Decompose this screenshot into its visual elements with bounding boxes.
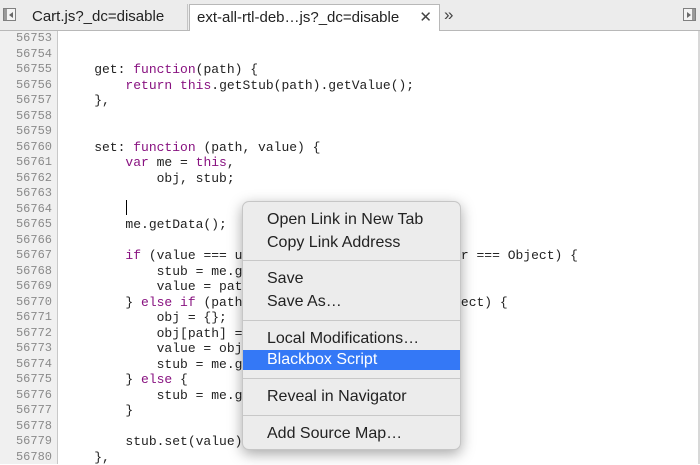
code-line-text: get: function(path) { (63, 62, 259, 77)
tab-cart-js-label: Cart.js?_dc=disable (32, 8, 165, 25)
tab-ext-all-rtl[interactable]: ext-all-rtl-deb…js?_dc=disable ✕ (189, 4, 440, 31)
line-number[interactable]: 56768 (4, 264, 52, 279)
line-number[interactable]: 56758 (4, 109, 52, 124)
line-number[interactable]: 56770 (4, 295, 52, 310)
code-line: return this.getStub(path).getValue(); (58, 78, 700, 93)
line-number[interactable]: 56773 (4, 341, 52, 356)
menu-item-add-source-map[interactable]: Add Source Map… (243, 424, 460, 444)
line-number[interactable]: 56769 (4, 279, 52, 294)
code-line-text: } (63, 403, 134, 418)
code-line-text: } else { (63, 372, 188, 387)
tab-ext-all-rtl-label: ext-all-rtl-deb…js?_dc=disable (197, 9, 400, 26)
toggle-navigator-icon[interactable] (3, 8, 16, 21)
more-tabs-icon[interactable]: » (444, 5, 453, 25)
line-number[interactable]: 56753 (4, 31, 52, 46)
menu-item-open-link-new-tab[interactable]: Open Link in New Tab (243, 210, 460, 230)
menu-separator (243, 260, 460, 261)
line-number[interactable]: 56762 (4, 171, 52, 186)
code-line-text: return this.getStub(path).getValue(); (125, 77, 415, 93)
line-number[interactable]: 56777 (4, 403, 52, 418)
code-line-text: }, (63, 449, 110, 465)
line-number[interactable]: 56757 (4, 93, 52, 108)
menu-item-blackbox-script[interactable]: Blackbox Script (243, 350, 460, 370)
close-icon[interactable]: ✕ (419, 5, 432, 31)
line-number[interactable]: 56771 (4, 310, 52, 325)
code-line-text: set: function (path, value) { (63, 139, 321, 155)
code-line: }, (58, 93, 700, 108)
code-line: get: function(path) { (58, 62, 700, 77)
menu-separator (243, 320, 460, 321)
line-number[interactable]: 56774 (4, 357, 52, 372)
line-number[interactable]: 56780 (4, 450, 52, 465)
menu-item-reveal-in-navigator[interactable]: Reveal in Navigator (243, 387, 460, 407)
code-line: }, (58, 450, 700, 465)
menu-item-copy-link-address[interactable]: Copy Link Address (243, 233, 460, 253)
code-line-text: }, (63, 93, 110, 108)
menu-separator (243, 378, 460, 379)
line-number[interactable]: 56764 (4, 202, 52, 217)
code-line-text: var me = this, (125, 155, 235, 170)
code-line-text: obj, stub; (63, 170, 235, 186)
menu-separator (243, 415, 460, 416)
code-line: obj, stub; (58, 171, 700, 186)
line-number[interactable]: 56760 (4, 140, 52, 155)
menu-item-save-as[interactable]: Save As… (243, 292, 460, 312)
line-number[interactable]: 56779 (4, 434, 52, 449)
line-number[interactable]: 56754 (4, 47, 52, 62)
line-number[interactable]: 56759 (4, 124, 52, 139)
line-number[interactable]: 56763 (4, 186, 52, 201)
line-number-gutter: 56753 56754 56755 56756 56757 56758 56759 56760… (0, 31, 58, 464)
line-number[interactable]: 56756 (4, 78, 52, 93)
line-number[interactable]: 56765 (4, 217, 52, 232)
tab-bar: Cart.js?_dc=disable ext-all-rtl-deb…js?_… (0, 0, 700, 31)
line-number[interactable]: 56766 (4, 233, 52, 248)
tab-cart-js[interactable]: Cart.js?_dc=disable (24, 4, 188, 30)
menu-item-local-modifications[interactable]: Local Modifications… (243, 329, 460, 349)
line-number[interactable]: 56767 (4, 248, 52, 263)
line-number[interactable]: 56755 (4, 62, 52, 77)
code-line-text: me.getData(); (63, 217, 227, 232)
code-line-text: obj = {}; (63, 310, 227, 325)
code-line: var me = this, (58, 155, 700, 170)
code-line-text: value = obj; (63, 341, 251, 356)
line-number[interactable]: 56776 (4, 388, 52, 403)
menu-item-save[interactable]: Save (243, 269, 460, 289)
line-number[interactable]: 56772 (4, 326, 52, 341)
text-caret (126, 200, 127, 215)
code-line-text: value = path; (63, 279, 259, 294)
code-line-text: stub.set(value); (63, 434, 251, 449)
line-number[interactable]: 56761 (4, 155, 52, 170)
code-line: set: function (path, value) { (58, 140, 700, 155)
line-number[interactable]: 56775 (4, 372, 52, 387)
toggle-debugger-icon[interactable] (683, 8, 696, 21)
line-number[interactable]: 56778 (4, 419, 52, 434)
context-menu: Open Link in New Tab Copy Link Address S… (242, 201, 461, 450)
